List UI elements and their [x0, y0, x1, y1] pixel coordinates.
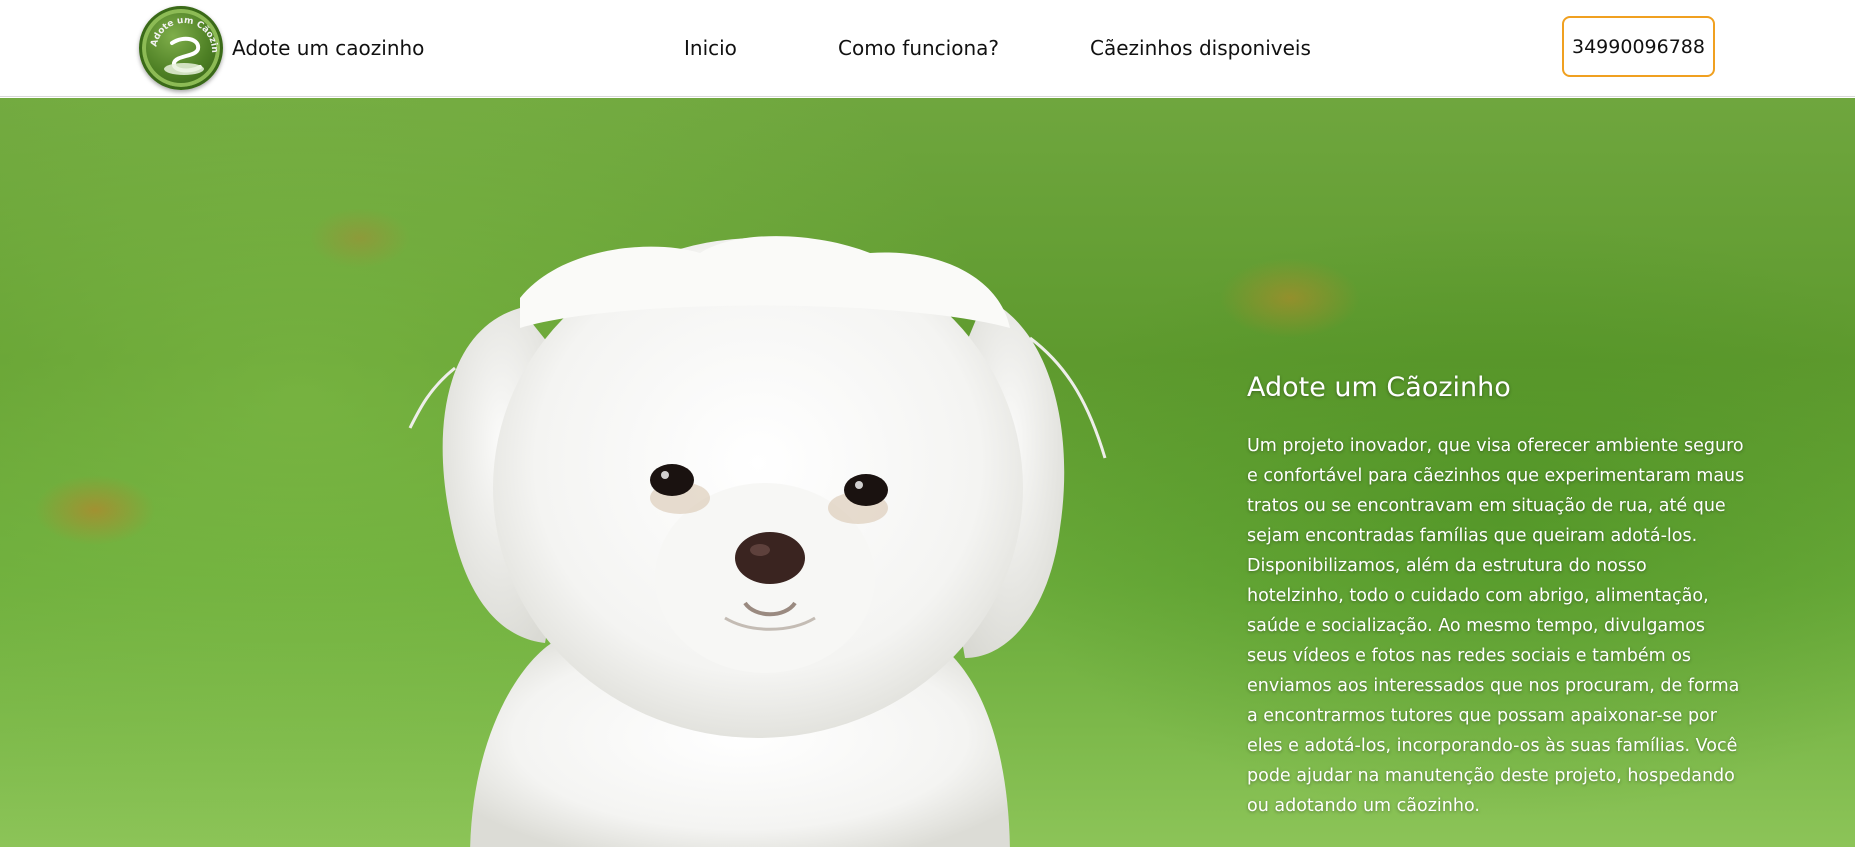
phone-button[interactable]: 34990096788: [1562, 16, 1715, 77]
hero-text-block: Adote um Cãozinho Um projeto inovador, q…: [1247, 370, 1747, 821]
logo-text: Adote um Cãozinho: [142, 9, 219, 53]
brand-name[interactable]: Adote um caozinho: [232, 36, 424, 60]
hero-title: Adote um Cãozinho: [1247, 372, 1511, 403]
hero-section: Adote um Cãozinho Um projeto inovador, q…: [0, 98, 1855, 847]
hero-description: Um projeto inovador, que visa oferecer a…: [1247, 436, 1745, 816]
logo-icon[interactable]: Adote um Cãozinho: [139, 6, 223, 90]
nav-link-caezinhos-disponiveis[interactable]: Cãezinhos disponiveis: [1090, 36, 1311, 60]
nav-link-inicio[interactable]: Inicio: [684, 36, 737, 60]
site-header: Adote um Cãozinho Adote um caozinho Inic…: [0, 0, 1855, 97]
brand[interactable]: Adote um Cãozinho Adote um caozinho: [139, 4, 424, 92]
logo-emblem: Adote um Cãozinho: [142, 9, 219, 75]
nav-link-como-funciona[interactable]: Como funciona?: [838, 36, 999, 60]
